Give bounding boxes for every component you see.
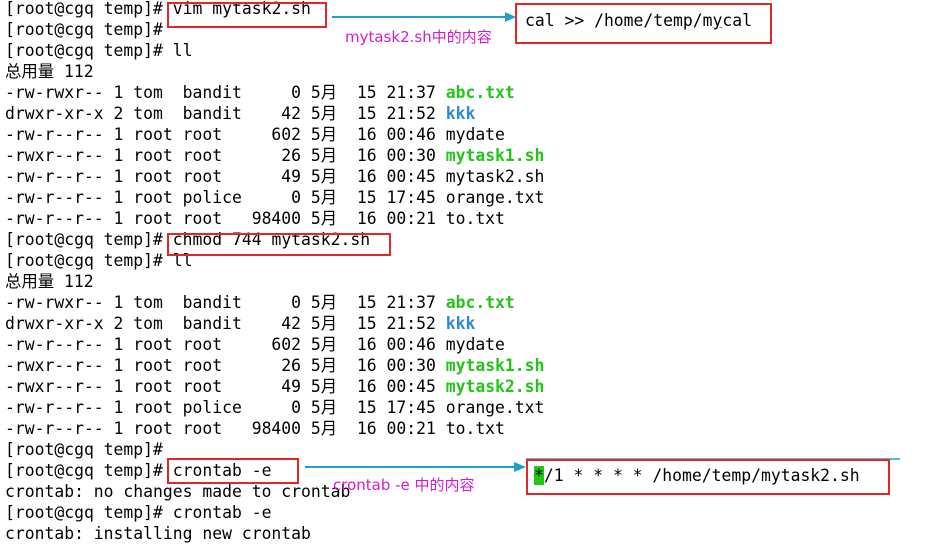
terminal-line: 总用量 112	[5, 61, 94, 82]
highlight-crontab-command	[167, 458, 299, 484]
terminal-text: [root@cgq temp]# ll	[5, 251, 193, 270]
terminal-text: crontab: installing new crontab	[5, 524, 311, 543]
terminal-line: [root@cgq temp]#	[5, 439, 163, 460]
arrow-icon	[305, 462, 526, 472]
annotation-note-crontab: crontab -e 中的内容	[333, 476, 475, 494]
text-cursor: y	[712, 11, 723, 30]
annotation-note-mytask2: mytask2.sh中的内容	[345, 28, 492, 46]
terminal-text: [root@cgq temp]#	[5, 461, 173, 480]
terminal-text: [root@cgq temp]#	[5, 440, 163, 459]
terminal-text: -rw-r--r-- 1 root root 98400 5月 16 00:21…	[5, 209, 505, 228]
directory-name: kkk	[445, 314, 476, 333]
terminal-line: -rw-r--r-- 1 root root 98400 5月 16 00:21…	[5, 418, 505, 439]
executable-name: mytask1.sh	[445, 146, 545, 165]
terminal-text: 总用量 112	[5, 272, 94, 291]
terminal-line: -rwxr--r-- 1 root root 26 5月 16 00:30 my…	[5, 145, 544, 166]
terminal-text: [root@cgq temp]#	[5, 230, 173, 249]
terminal-text: [root@cgq temp]# ll	[5, 41, 193, 60]
terminal-line: crontab: no changes made to crontab	[5, 481, 350, 502]
executable-name: mytask1.sh	[445, 356, 545, 375]
terminal-text: -rwxr--r-- 1 root root 26 5月 16 00:30	[5, 356, 446, 375]
terminal-text: [root@cgq temp]#	[5, 20, 163, 39]
terminal-text: -rw-r--r-- 1 root police 0 5月 15 17:45 o…	[5, 188, 545, 207]
terminal-text: -rwxr--r-- 1 root root 26 5月 16 00:30	[5, 146, 446, 165]
terminal-line: -rw-r--r-- 1 root police 0 5月 15 17:45 o…	[5, 397, 544, 418]
popup-mytask2-content: cal >> /home/temp/mycal	[515, 3, 772, 44]
terminal-line: -rw-rwxr-- 1 tom bandit 0 5月 15 21:37 ab…	[5, 82, 515, 103]
terminal-line: -rw-r--r-- 1 root root 602 5月 16 00:46 m…	[5, 124, 505, 145]
terminal-text: -rw-rwxr-- 1 tom bandit 0 5月 15 21:37	[5, 83, 446, 102]
terminal-line: crontab: installing new crontab	[5, 523, 311, 544]
terminal-text: -rwxr--r-- 1 root root 49 5月 16 00:45	[5, 377, 446, 396]
executable-name: abc.txt	[445, 83, 515, 102]
executable-name: mytask2.sh	[445, 377, 545, 396]
terminal-line: [root@cgq temp]# crontab -e	[5, 502, 271, 523]
terminal-line: -rwxr--r-- 1 root root 49 5月 16 00:45 my…	[5, 376, 544, 397]
executable-name: abc.txt	[445, 293, 515, 312]
terminal-text: -rw-r--r-- 1 root root 49 5月 16 00:45 my…	[5, 167, 545, 186]
highlight-vim-command	[167, 2, 327, 28]
terminal-text: drwxr-xr-x 2 tom bandit 42 5月 15 21:52	[5, 104, 446, 123]
popup1-text-before: cal >> /home/temp/m	[525, 11, 713, 30]
terminal-line: [root@cgq temp]# ll	[5, 40, 193, 61]
terminal-text: -rw-r--r-- 1 root police 0 5月 15 17:45 o…	[5, 398, 545, 417]
terminal-line: -rw-r--r-- 1 root root 602 5月 16 00:46 m…	[5, 334, 505, 355]
terminal-line: -rw-r--r-- 1 root root 98400 5月 16 00:21…	[5, 208, 505, 229]
terminal-line: drwxr-xr-x 2 tom bandit 42 5月 15 21:52 k…	[5, 313, 475, 334]
terminal-line: [root@cgq temp]#	[5, 19, 163, 40]
terminal-line: [root@cgq temp]# ll	[5, 250, 193, 271]
terminal-text: drwxr-xr-x 2 tom bandit 42 5月 15 21:52	[5, 314, 446, 333]
terminal-text: -rw-r--r-- 1 root root 602 5月 16 00:46 m…	[5, 125, 505, 144]
text-cursor: *	[534, 466, 544, 485]
terminal-text: [root@cgq temp]#	[5, 0, 173, 18]
terminal-text: -rw-rwxr-- 1 tom bandit 0 5月 15 21:37	[5, 293, 446, 312]
terminal-line: -rw-rwxr-- 1 tom bandit 0 5月 15 21:37 ab…	[5, 292, 515, 313]
terminal-line: -rw-r--r-- 1 root police 0 5月 15 17:45 o…	[5, 187, 544, 208]
terminal-line: -rw-r--r-- 1 root root 49 5月 16 00:45 my…	[5, 166, 544, 187]
terminal-text: 总用量 112	[5, 62, 94, 81]
terminal-text: -rw-r--r-- 1 root root 98400 5月 16 00:21…	[5, 419, 505, 438]
directory-name: kkk	[445, 104, 476, 123]
terminal-text: -rw-r--r-- 1 root root 602 5月 16 00:46 m…	[5, 335, 505, 354]
popup-crontab-content: */1 * * * * /home/temp/mytask2.sh	[526, 459, 890, 495]
terminal-line: -rwxr--r-- 1 root root 26 5月 16 00:30 my…	[5, 355, 544, 376]
popup2-text-after: /1 * * * * /home/temp/mytask2.sh	[543, 466, 860, 485]
terminal-text: crontab: no changes made to crontab	[5, 482, 351, 501]
popup1-text-after: cal	[722, 11, 752, 30]
terminal-line: 总用量 112	[5, 271, 94, 292]
arrow-icon	[332, 12, 516, 22]
terminal-text: [root@cgq temp]# crontab -e	[5, 503, 272, 522]
terminal-line: drwxr-xr-x 2 tom bandit 42 5月 15 21:52 k…	[5, 103, 475, 124]
highlight-chmod-command	[167, 233, 391, 256]
